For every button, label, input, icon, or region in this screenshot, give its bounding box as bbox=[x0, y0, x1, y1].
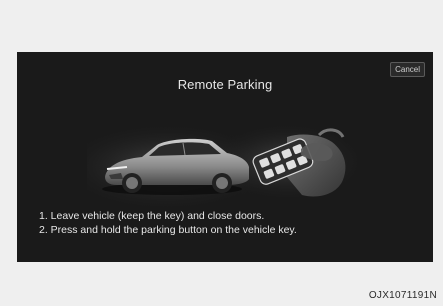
remote-parking-illustration bbox=[87, 122, 357, 207]
instruction-step-2: 2. Press and hold the parking button on … bbox=[39, 224, 297, 236]
cancel-button[interactable]: Cancel bbox=[390, 62, 425, 77]
page-title: Remote Parking bbox=[177, 77, 273, 92]
instruction-step-1: 1. Leave vehicle (keep the key) and clos… bbox=[39, 210, 265, 222]
remote-parking-screen: Remote Parking Cancel 1. Leave vehicle (… bbox=[17, 52, 433, 262]
figure-code: OJX1071191N bbox=[368, 290, 437, 301]
instructions: 1. Leave vehicle (keep the key) and clos… bbox=[39, 209, 429, 237]
